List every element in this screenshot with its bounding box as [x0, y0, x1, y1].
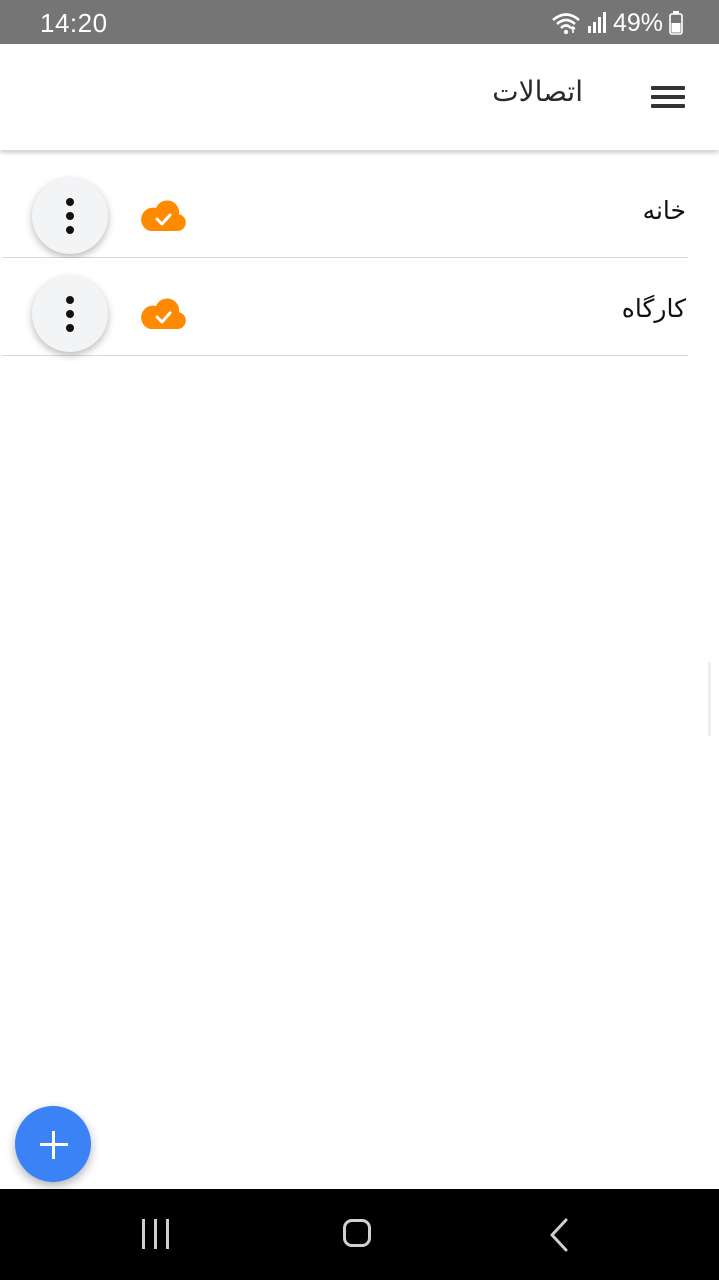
status-icons: 49%	[551, 9, 683, 37]
app-bar: اتصالات	[0, 44, 719, 150]
wifi-icon	[552, 13, 580, 35]
signal-icon	[587, 12, 606, 33]
add-connection-button[interactable]	[15, 1106, 91, 1182]
cloud-check-icon	[141, 298, 186, 329]
recent-apps-icon[interactable]	[140, 1215, 172, 1255]
cloud-check-icon	[141, 200, 186, 231]
status-bar: 14:20 49%	[0, 0, 719, 44]
list-item[interactable]: خانه	[2, 160, 688, 258]
status-time: 14:20	[40, 8, 108, 38]
home-icon[interactable]	[341, 1215, 373, 1255]
back-icon[interactable]	[546, 1215, 572, 1255]
app-screen: 14:20 49% اتصالات خانه کارگاه	[0, 0, 719, 1280]
connection-name: کارگاه	[621, 294, 686, 323]
connection-name: خانه	[642, 196, 686, 225]
battery-percent: 49%	[612, 8, 663, 37]
more-options-button[interactable]	[32, 178, 108, 254]
page-title: اتصالات	[492, 75, 583, 108]
scroll-edge-indicator	[708, 662, 711, 736]
list-item[interactable]: کارگاه	[2, 258, 688, 356]
connections-list: خانه کارگاه	[0, 160, 719, 356]
navigation-bar	[0, 1189, 719, 1280]
battery-icon	[669, 11, 683, 35]
more-options-button[interactable]	[32, 276, 108, 352]
hamburger-menu-icon[interactable]	[651, 84, 687, 112]
